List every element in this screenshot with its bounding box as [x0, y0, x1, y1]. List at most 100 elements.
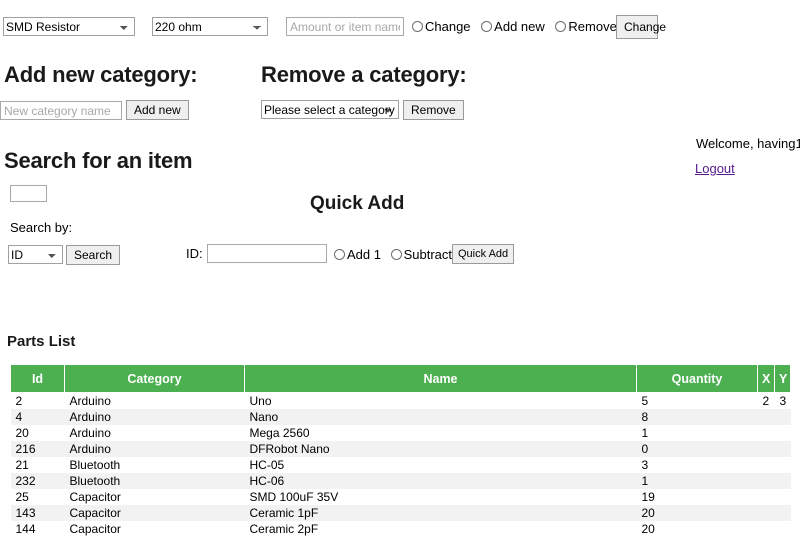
cell-quantity: 20	[641, 505, 655, 520]
cell-category: Arduino	[69, 441, 111, 456]
cell-id: 21	[15, 457, 29, 472]
cell-x	[758, 409, 775, 425]
table-row[interactable]: 21 Bluetooth HC-05 3	[10, 456, 791, 473]
quick-add-title: Quick Add	[310, 193, 405, 214]
parts-table-head: Id Category Name Quantity X Y	[10, 364, 791, 393]
cell-x	[758, 489, 775, 505]
radio-add-1-label: Add 1	[347, 247, 381, 262]
cell-category: Capacitor	[69, 521, 121, 536]
quick-add-button[interactable]: Quick Add	[452, 244, 515, 264]
cell-id: 143	[15, 505, 36, 520]
cell-name: Mega 2560	[249, 425, 310, 440]
change-submit-button[interactable]: Change	[616, 15, 666, 39]
cell-id: 144	[15, 521, 36, 536]
cell-quantity: 20	[641, 521, 655, 536]
cell-name: Ceramic 1pF	[249, 505, 319, 520]
table-row[interactable]: 4 Arduino Nano 8	[10, 408, 791, 425]
cell-quantity: 19	[641, 489, 655, 504]
cell-x	[758, 441, 775, 457]
radio-remove-part-icon[interactable]	[555, 21, 567, 32]
logout-link[interactable]: Logout	[695, 161, 735, 176]
cell-category: Arduino	[69, 393, 111, 408]
cell-quantity: 1	[641, 473, 649, 488]
remove-category-title: Remove a category:	[261, 62, 467, 87]
cell-x	[758, 473, 775, 489]
cell-quantity: 5	[641, 393, 649, 408]
welcome-message: Welcome, having11.	[696, 136, 800, 151]
radio-option-add-new[interactable]: Add new	[481, 19, 548, 34]
cell-quantity: 1	[641, 425, 649, 440]
table-row[interactable]: 25 Capacitor SMD 100uF 35V 19	[10, 488, 791, 505]
cell-id: 4	[15, 409, 23, 424]
cell-category: Bluetooth	[69, 473, 121, 488]
parts-list-title: Parts List	[7, 333, 76, 350]
cell-quantity: 0	[641, 441, 649, 456]
remove-category-button[interactable]: Remove	[403, 100, 464, 120]
quick-add-id-label: ID:	[186, 246, 203, 261]
search-by-label: Search by:	[10, 220, 73, 235]
quick-add-id-input[interactable]	[207, 244, 327, 263]
cell-category: Capacitor	[69, 505, 121, 520]
column-header-id[interactable]: Id	[10, 364, 65, 393]
cell-x	[758, 457, 775, 473]
cell-y	[775, 489, 791, 505]
cell-y: 3	[779, 393, 787, 408]
parts-table-body: 2 Arduino Uno 5 2 3 4 Arduino Nano 8 20 Arduino Mega…	[10, 392, 791, 537]
radio-subtract-1-icon[interactable]	[390, 249, 402, 260]
column-header-quantity[interactable]: Quantity	[636, 364, 758, 393]
cell-quantity: 8	[641, 409, 649, 424]
new-category-name-input[interactable]	[0, 101, 122, 120]
parts-list-table: Id Category Name Quantity X Y 2 Arduino Un…	[10, 364, 791, 537]
add-new-category-button[interactable]: Add new	[126, 100, 189, 120]
cell-y	[775, 409, 791, 425]
radio-change-label: Change	[425, 19, 471, 34]
radio-add-new-label: Add new	[494, 19, 545, 34]
cell-name: SMD 100uF 35V	[249, 489, 339, 504]
parts-table-header-row: Id Category Name Quantity X Y	[10, 364, 791, 393]
cell-y	[775, 505, 791, 521]
cell-y	[775, 425, 791, 441]
radio-add-1-icon[interactable]	[334, 249, 345, 260]
cell-name: Ceramic 2pF	[249, 521, 319, 536]
table-row[interactable]: 232 Bluetooth HC-06 1	[10, 472, 791, 489]
cell-x: 2	[762, 393, 770, 408]
cell-y	[775, 441, 791, 457]
cell-quantity: 3	[641, 457, 649, 472]
column-header-x[interactable]: X	[757, 364, 775, 393]
search-button[interactable]: Search	[66, 245, 121, 265]
cell-y	[775, 473, 791, 489]
add-category-title: Add new category:	[4, 62, 198, 87]
cell-x	[758, 521, 775, 537]
remove-category-select[interactable]: Please select a category below	[261, 100, 399, 119]
radio-option-add-1[interactable]: Add 1	[334, 247, 385, 262]
table-row[interactable]: 2 Arduino Uno 5 2 3	[10, 392, 791, 409]
part-value-select[interactable]: 220 ohm	[152, 17, 268, 36]
cell-id: 232	[15, 473, 36, 488]
cell-name: Uno	[249, 393, 272, 408]
quick-add-radio-group: Add 1 Subtract 1	[334, 247, 469, 262]
amount-or-item-name-input[interactable]	[286, 17, 404, 36]
part-category-select[interactable]: SMD Resistor	[3, 17, 135, 36]
cell-id: 25	[15, 489, 29, 504]
table-row[interactable]: 143 Capacitor Ceramic 1pF 20	[10, 504, 791, 521]
cell-id: 20	[15, 425, 29, 440]
cell-name: DFRobot Nano	[249, 441, 330, 456]
column-header-y[interactable]: Y	[774, 364, 791, 393]
cell-x	[758, 425, 775, 441]
table-row[interactable]: 20 Arduino Mega 2560 1	[10, 424, 791, 441]
column-header-name[interactable]: Name	[244, 364, 637, 393]
table-row[interactable]: 144 Capacitor Ceramic 2pF 20	[10, 520, 791, 537]
cell-id: 2	[15, 393, 23, 408]
cell-y	[775, 521, 791, 537]
radio-change-icon[interactable]	[412, 21, 423, 32]
search-input[interactable]	[10, 185, 47, 202]
radio-option-change[interactable]: Change	[412, 19, 474, 34]
column-header-category[interactable]: Category	[64, 364, 245, 393]
radio-add-new-icon[interactable]	[481, 21, 493, 32]
cell-name: HC-06	[249, 473, 285, 488]
table-row[interactable]: 216 Arduino DFRobot Nano 0	[10, 440, 791, 457]
cell-y	[775, 457, 791, 473]
cell-name: Nano	[249, 409, 279, 424]
search-by-select[interactable]: ID	[8, 245, 63, 264]
cell-category: Arduino	[69, 425, 111, 440]
